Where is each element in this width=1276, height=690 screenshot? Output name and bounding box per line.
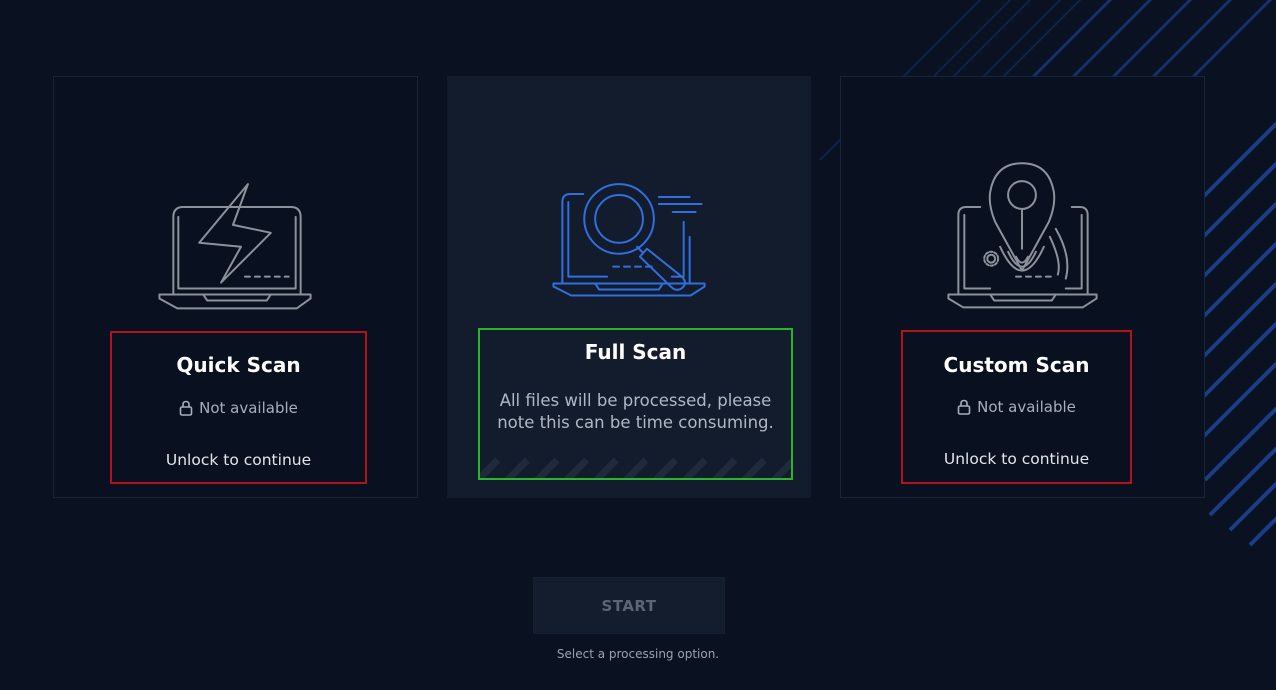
laptop-lightning-icon <box>158 183 312 310</box>
quick-scan-unlock-link[interactable]: Unlock to continue <box>112 451 365 469</box>
full-scan-info: Full Scan All files will be processed, p… <box>478 328 793 480</box>
quick-scan-status-text: Not available <box>199 399 298 417</box>
custom-scan-card[interactable]: Custom Scan Not available Unlock to cont… <box>840 76 1205 498</box>
laptop-magnifier-icon <box>552 183 706 297</box>
custom-scan-status: Not available <box>903 398 1130 416</box>
custom-scan-unlock-link[interactable]: Unlock to continue <box>903 450 1130 468</box>
hint-text: Select a processing option. <box>556 647 720 661</box>
quick-scan-card[interactable]: Quick Scan Not available Unlock to conti… <box>53 76 418 498</box>
full-scan-description: All files will be processed, please note… <box>497 391 774 432</box>
quick-scan-info: Quick Scan Not available Unlock to conti… <box>110 331 367 484</box>
custom-scan-title: Custom Scan <box>943 353 1090 377</box>
laptop-location-pin-icon <box>947 162 1098 309</box>
custom-scan-info: Custom Scan Not available Unlock to cont… <box>901 330 1132 484</box>
lock-icon <box>179 400 193 416</box>
hatch-decoration <box>480 457 791 478</box>
custom-scan-status-text: Not available <box>977 398 1076 416</box>
quick-scan-title: Quick Scan <box>176 353 301 377</box>
full-scan-title: Full Scan <box>584 340 687 364</box>
full-scan-card[interactable]: Full Scan All files will be processed, p… <box>447 76 811 498</box>
lock-icon <box>957 399 971 415</box>
quick-scan-status: Not available <box>112 399 365 417</box>
start-button[interactable]: START <box>533 577 725 634</box>
